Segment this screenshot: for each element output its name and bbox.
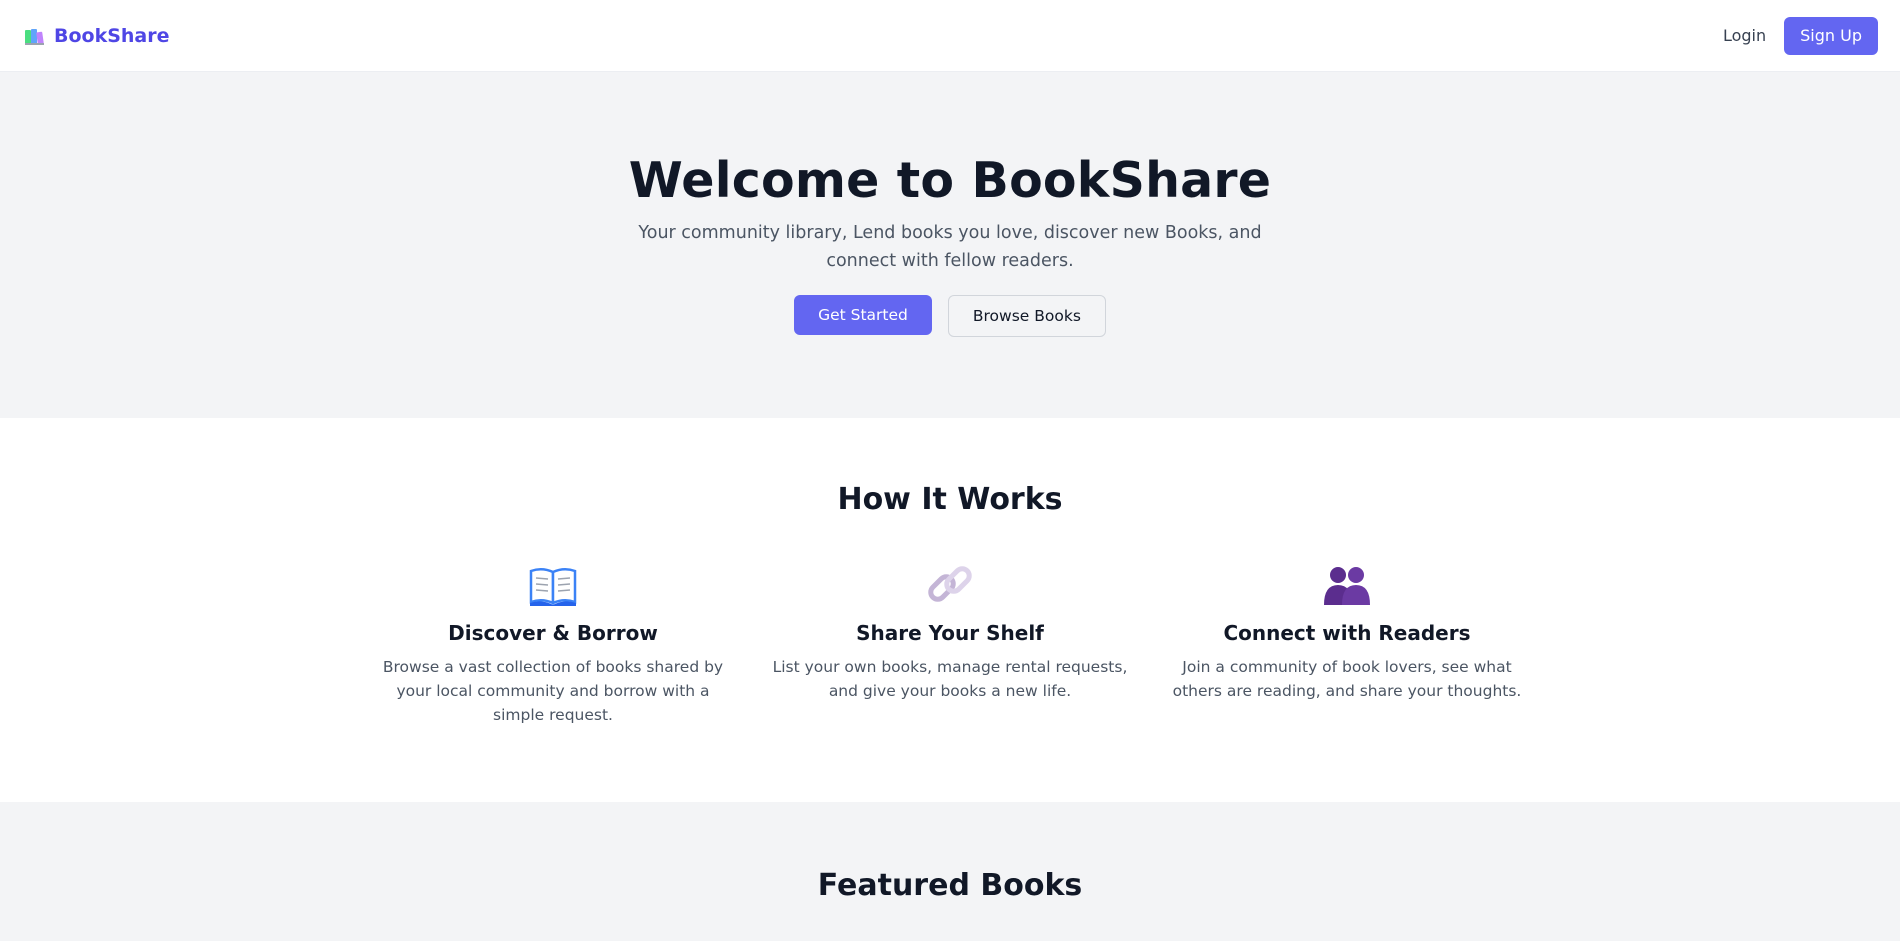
hero-buttons: Get Started Browse Books xyxy=(794,295,1106,337)
hero-subtitle: Your community library, Lend books you l… xyxy=(638,223,1262,271)
feature-discover-borrow: Discover & Borrow Browse a vast collecti… xyxy=(367,561,740,727)
signup-button[interactable]: Sign Up xyxy=(1784,16,1878,55)
top-navbar: BookShare Login Sign Up xyxy=(0,0,1900,72)
how-it-works-title: How It Works xyxy=(837,482,1063,517)
link-icon xyxy=(925,561,975,609)
brand-name: BookShare xyxy=(54,24,170,47)
feature-connect-readers: Connect with Readers Join a community of… xyxy=(1161,561,1534,727)
nav-actions: Login Sign Up xyxy=(1723,16,1878,55)
featured-books-section: Featured Books xyxy=(0,802,1900,941)
hero-title: Welcome to BookShare xyxy=(628,152,1272,209)
feature-title: Discover & Borrow xyxy=(448,621,658,645)
how-it-works-section: How It Works Discover & Borrow Browse a … xyxy=(0,418,1900,802)
feature-title: Connect with Readers xyxy=(1223,621,1471,645)
feature-description: List your own books, manage rental reque… xyxy=(772,658,1128,700)
brand-link[interactable]: BookShare xyxy=(24,25,170,47)
get-started-button[interactable]: Get Started xyxy=(794,295,932,335)
feature-description: Browse a vast collection of books shared… xyxy=(382,658,724,724)
feature-title: Share Your Shelf xyxy=(856,621,1044,645)
feature-share-shelf: Share Your Shelf List your own books, ma… xyxy=(764,561,1137,727)
open-book-icon xyxy=(528,561,578,609)
feature-description: Join a community of book lovers, see wha… xyxy=(1172,658,1522,700)
featured-books-title: Featured Books xyxy=(817,868,1083,903)
browse-books-button[interactable]: Browse Books xyxy=(947,295,1106,337)
hero-section: Welcome to BookShare Your community libr… xyxy=(0,72,1900,418)
people-icon xyxy=(1322,561,1372,609)
features-list: Discover & Borrow Browse a vast collecti… xyxy=(367,561,1534,727)
books-icon xyxy=(24,26,46,46)
login-link[interactable]: Login xyxy=(1723,26,1766,45)
